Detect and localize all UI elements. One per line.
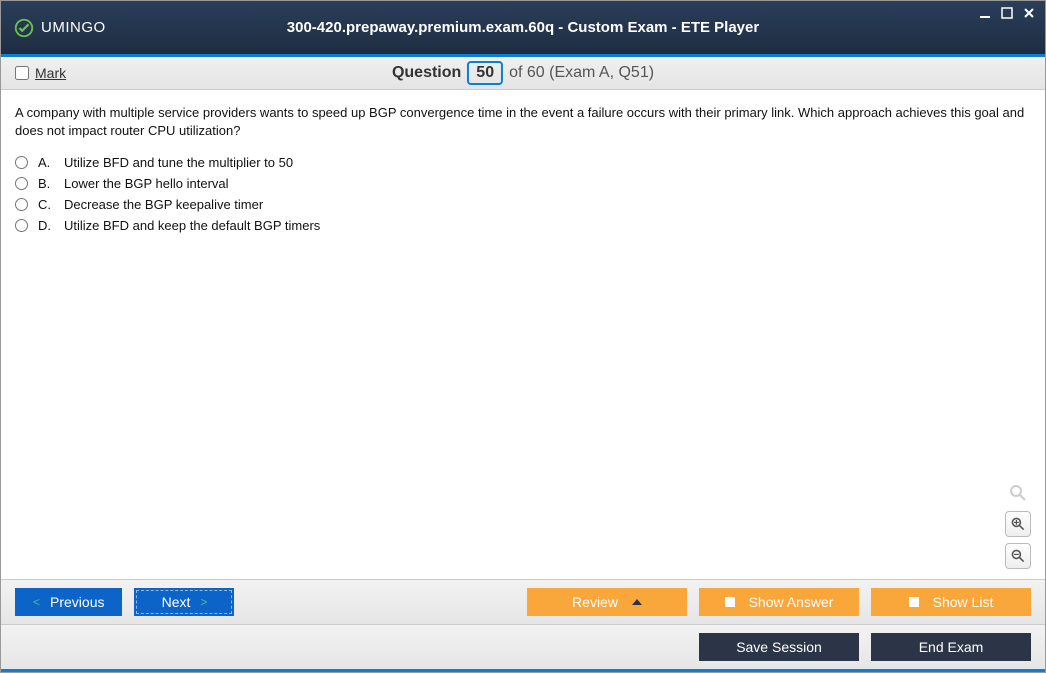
brand-logo: UMINGO — [13, 17, 106, 39]
chevron-left-icon: < — [33, 595, 40, 609]
option-text: Lower the BGP hello interval — [64, 176, 229, 191]
triangle-up-icon — [632, 599, 642, 605]
end-exam-label: End Exam — [919, 639, 984, 655]
option-a[interactable]: A. Utilize BFD and tune the multiplier t… — [15, 155, 1031, 170]
mark-checkbox[interactable] — [15, 66, 29, 80]
mark-label[interactable]: Mark — [35, 65, 66, 81]
next-button[interactable]: Next > — [134, 588, 234, 616]
content-area: A company with multiple service provider… — [1, 90, 1045, 579]
end-exam-button[interactable]: End Exam — [871, 633, 1031, 661]
logo-check-icon — [13, 17, 35, 39]
window-controls — [977, 5, 1037, 21]
option-b-radio[interactable] — [15, 177, 28, 190]
option-c-radio[interactable] — [15, 198, 28, 211]
question-header-band: Mark Question 50 of 60 (Exam A, Q51) — [1, 57, 1045, 90]
option-text: Decrease the BGP keepalive timer — [64, 197, 263, 212]
show-answer-button[interactable]: Show Answer — [699, 588, 859, 616]
save-session-label: Save Session — [736, 639, 822, 655]
chevron-right-icon: > — [200, 595, 207, 609]
minimize-icon[interactable] — [977, 5, 993, 21]
next-label: Next — [162, 594, 191, 610]
previous-button[interactable]: < Previous — [15, 588, 122, 616]
previous-label: Previous — [50, 594, 104, 610]
question-indicator: Question 50 of 60 (Exam A, Q51) — [392, 61, 654, 85]
footer-bar-primary: < Previous Next > Review Show Answer Sho… — [1, 579, 1045, 624]
brand-text: UMINGO — [41, 19, 106, 36]
save-session-button[interactable]: Save Session — [699, 633, 859, 661]
question-word: Question — [392, 64, 461, 82]
zoom-in-icon[interactable] — [1005, 511, 1031, 537]
footer-bar-secondary: Save Session End Exam — [1, 624, 1045, 672]
show-answer-label: Show Answer — [749, 594, 834, 610]
search-icon[interactable] — [1006, 481, 1030, 505]
option-letter: C. — [38, 197, 54, 212]
question-number: 50 — [467, 61, 503, 85]
option-letter: A. — [38, 155, 54, 170]
show-list-button[interactable]: Show List — [871, 588, 1031, 616]
option-c[interactable]: C. Decrease the BGP keepalive timer — [15, 197, 1031, 212]
option-letter: D. — [38, 218, 54, 233]
option-a-radio[interactable] — [15, 156, 28, 169]
zoom-controls — [1005, 481, 1031, 569]
square-icon — [725, 597, 735, 607]
close-icon[interactable] — [1021, 5, 1037, 21]
option-text: Utilize BFD and tune the multiplier to 5… — [64, 155, 293, 170]
question-text: A company with multiple service provider… — [15, 104, 1031, 139]
option-b[interactable]: B. Lower the BGP hello interval — [15, 176, 1031, 191]
review-label: Review — [572, 594, 618, 610]
square-icon — [909, 597, 919, 607]
mark-checkbox-wrap[interactable]: Mark — [15, 65, 66, 81]
title-bar: UMINGO 300-420.prepaway.premium.exam.60q… — [1, 1, 1045, 57]
option-d-radio[interactable] — [15, 219, 28, 232]
option-d[interactable]: D. Utilize BFD and keep the default BGP … — [15, 218, 1031, 233]
option-letter: B. — [38, 176, 54, 191]
option-text: Utilize BFD and keep the default BGP tim… — [64, 218, 320, 233]
review-button[interactable]: Review — [527, 588, 687, 616]
window-title: 300-420.prepaway.premium.exam.60q - Cust… — [287, 19, 759, 36]
options-list: A. Utilize BFD and tune the multiplier t… — [15, 155, 1031, 233]
show-list-label: Show List — [933, 594, 994, 610]
maximize-icon[interactable] — [999, 5, 1015, 21]
question-suffix: of 60 (Exam A, Q51) — [509, 64, 654, 82]
zoom-out-icon[interactable] — [1005, 543, 1031, 569]
